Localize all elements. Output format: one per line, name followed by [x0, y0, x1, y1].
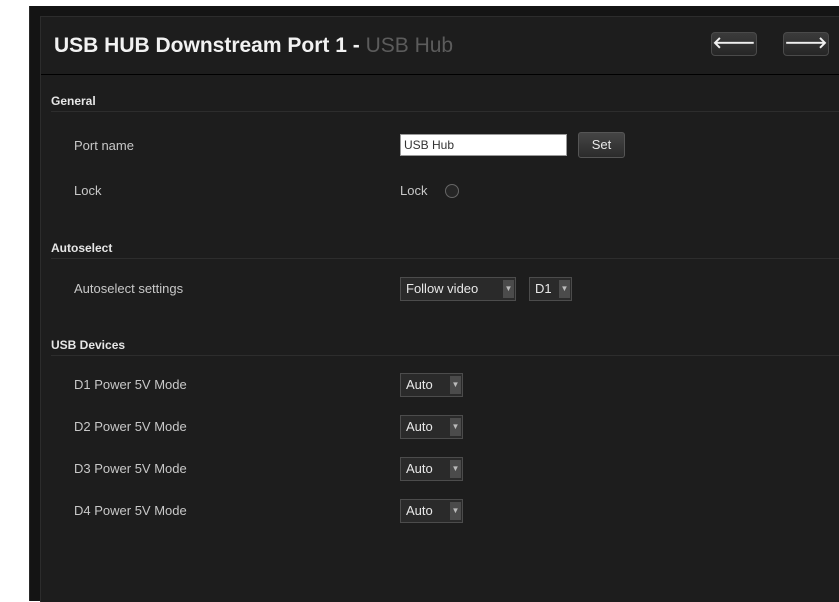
lock-row-label: Lock: [74, 183, 102, 198]
d4-power-mode-value: Auto: [406, 503, 433, 518]
d4-power-mode-label: D4 Power 5V Mode: [74, 503, 187, 518]
page-title: USB HUB Downstream Port 1 - USB Hub: [54, 34, 453, 58]
chevron-down-icon: ▼: [450, 418, 461, 436]
next-port-button[interactable]: 🡒: [783, 32, 829, 56]
lock-toggle[interactable]: [445, 184, 459, 198]
chevron-down-icon: ▼: [450, 502, 461, 520]
title-separator: -: [346, 34, 366, 57]
section-autoselect-heading: Autoselect: [51, 238, 839, 259]
d3-power-mode-value: Auto: [406, 461, 433, 476]
port-name-label: Port name: [74, 138, 134, 153]
section-usb-devices-heading: USB Devices: [51, 335, 839, 356]
autoselect-source-select[interactable]: D1 ▼: [529, 277, 572, 301]
arrow-left-icon: 🡐: [712, 35, 756, 52]
chevron-down-icon: ▼: [450, 376, 461, 394]
d1-power-mode-value: Auto: [406, 377, 433, 392]
port-panel: USB HUB Downstream Port 1 - USB Hub 🡐 🡒 …: [40, 16, 839, 602]
autoselect-settings-label: Autoselect settings: [74, 281, 184, 296]
d2-power-mode-value: Auto: [406, 419, 433, 434]
d1-power-mode-select[interactable]: Auto ▼: [400, 373, 463, 397]
section-general-heading: General: [51, 91, 839, 112]
autoselect-mode-select[interactable]: Follow video ▼: [400, 277, 516, 301]
d1-power-mode-label: D1 Power 5V Mode: [74, 377, 187, 392]
d2-power-mode-label: D2 Power 5V Mode: [74, 419, 187, 434]
d3-power-mode-label: D3 Power 5V Mode: [74, 461, 187, 476]
chevron-down-icon: ▼: [450, 460, 461, 478]
page-subtitle: USB Hub: [365, 34, 454, 57]
autoselect-source-value: D1: [535, 281, 552, 296]
title-bar: USB HUB Downstream Port 1 - USB Hub 🡐 🡒: [41, 17, 839, 75]
port-name-input[interactable]: [400, 134, 567, 156]
arrow-right-icon: 🡒: [784, 35, 828, 52]
window-frame: USB HUB Downstream Port 1 - USB Hub 🡐 🡒 …: [29, 6, 839, 602]
set-port-name-button[interactable]: Set: [578, 132, 625, 158]
d4-power-mode-select[interactable]: Auto ▼: [400, 499, 463, 523]
previous-port-button[interactable]: 🡐: [711, 32, 757, 56]
d2-power-mode-select[interactable]: Auto ▼: [400, 415, 463, 439]
page-title-main: USB HUB Downstream Port 1: [54, 34, 347, 57]
chevron-down-icon: ▼: [559, 280, 570, 298]
lock-toggle-label: Lock: [400, 183, 428, 198]
autoselect-mode-value: Follow video: [406, 281, 479, 296]
d3-power-mode-select[interactable]: Auto ▼: [400, 457, 463, 481]
chevron-down-icon: ▼: [503, 280, 514, 298]
